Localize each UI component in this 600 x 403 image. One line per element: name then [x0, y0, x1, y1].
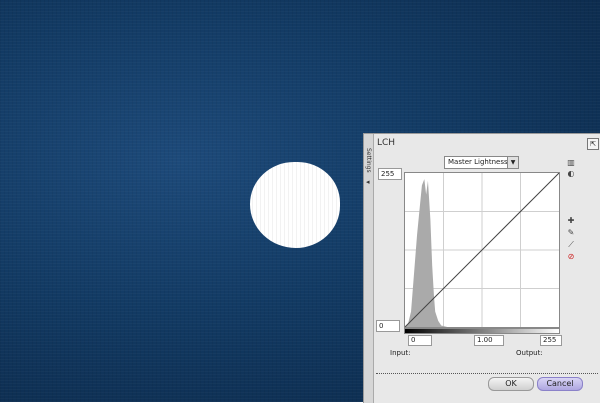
- curve-pencil-icon[interactable]: ✎: [566, 228, 576, 238]
- gamma-field[interactable]: 1.00: [474, 335, 504, 346]
- white-spot: [250, 162, 340, 248]
- chevron-down-icon[interactable]: ▼: [507, 157, 518, 168]
- output-label: Output:: [516, 349, 543, 357]
- curve-graph[interactable]: [404, 172, 560, 328]
- channel-selected: Master Lightness: [448, 158, 508, 166]
- settings-side-tab[interactable]: Settings ◂: [364, 134, 374, 403]
- reset-icon[interactable]: ⊘: [566, 252, 576, 262]
- ok-button[interactable]: OK: [488, 377, 534, 391]
- panel-title: LCH: [377, 138, 396, 148]
- pin-icon[interactable]: ⇱: [587, 138, 599, 150]
- lch-panel: Settings ◂ LCH ⇱ Master Lightness ▼ 255 …: [363, 133, 600, 403]
- side-tab-arrow-icon[interactable]: ◂: [366, 178, 370, 186]
- contrast-icon[interactable]: ◐: [566, 169, 576, 179]
- cancel-button[interactable]: Cancel: [537, 377, 583, 391]
- side-tab-label: Settings: [365, 148, 372, 173]
- max-value-field[interactable]: 255: [378, 168, 402, 180]
- input-label: Input:: [390, 349, 411, 357]
- line-icon[interactable]: ⟋: [566, 240, 576, 250]
- add-point-icon[interactable]: ✚: [566, 216, 576, 226]
- divider: [376, 373, 598, 374]
- channel-dropdown[interactable]: Master Lightness ▼: [444, 156, 519, 169]
- tonal-gradient-bar: [404, 328, 560, 334]
- histogram-icon[interactable]: ▥: [566, 158, 576, 168]
- min-value-field[interactable]: 0: [376, 320, 400, 332]
- output-field[interactable]: 255: [540, 335, 562, 346]
- input-field[interactable]: 0: [408, 335, 432, 346]
